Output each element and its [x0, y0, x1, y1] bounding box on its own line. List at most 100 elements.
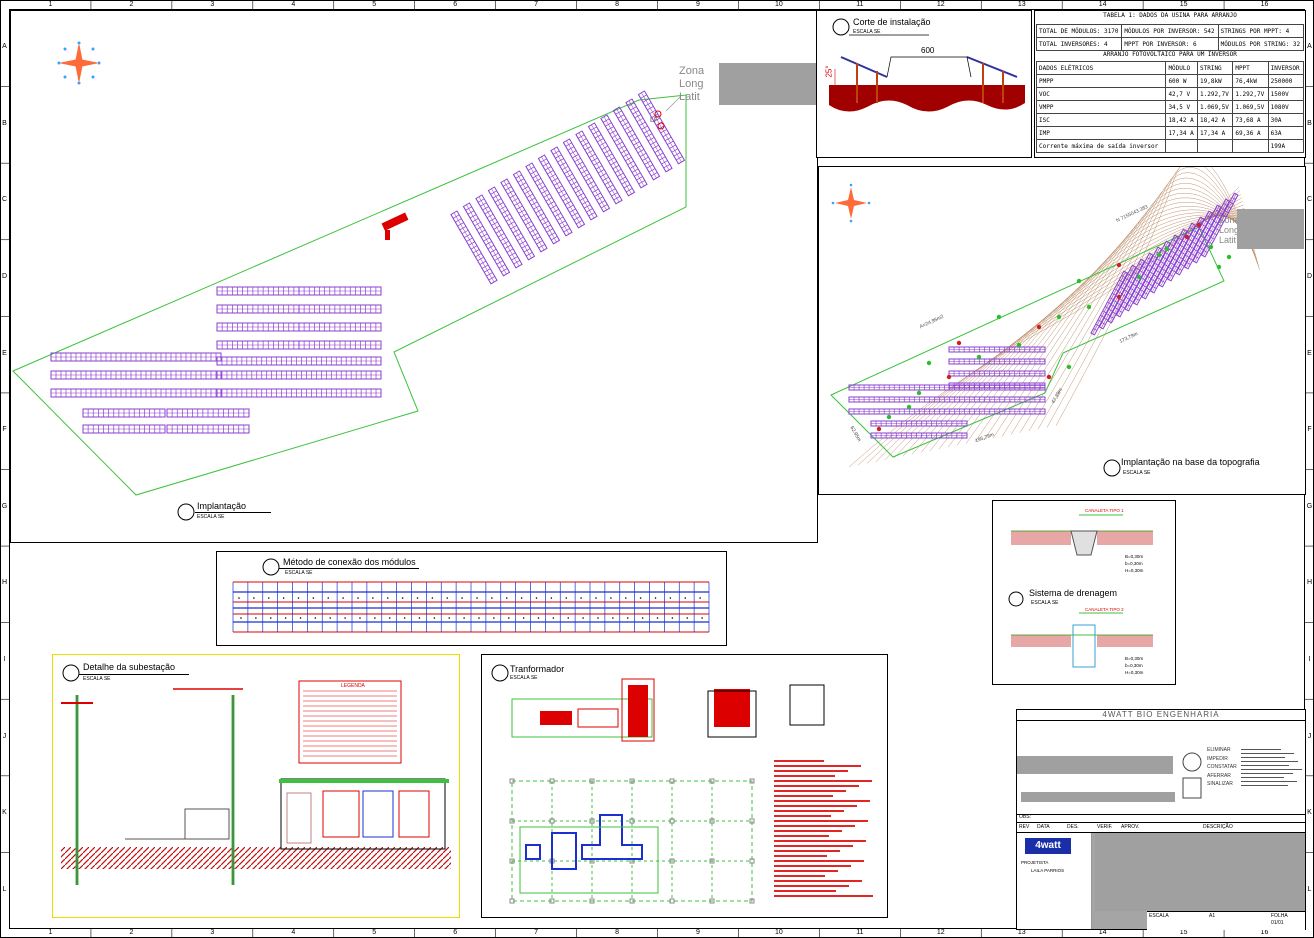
- view-scale: ESCALA SE: [197, 514, 225, 520]
- zone-coordinates: Zona Long Latit: [679, 65, 705, 103]
- panel-string: [82, 424, 166, 434]
- tree-icon: [1196, 222, 1202, 228]
- row-label: D: [1306, 273, 1313, 281]
- implantacao-view: Zona Long Latit LF Implantação ESCALA SE: [10, 10, 818, 543]
- table-cell: 30A: [1267, 113, 1305, 127]
- panel-string: [298, 286, 382, 296]
- table-row: TOTAL DE MÓDULOS: 3170 MÓDULOS POR INVER…: [1035, 24, 1305, 38]
- column-label: 6: [453, 929, 458, 936]
- topografia-view: Zona Long Latit N 7155043.383 A=24,95m2 …: [818, 155, 1306, 495]
- tilt-angle: 25°: [824, 65, 834, 78]
- row-label: B: [1307, 119, 1312, 127]
- panel-string: [50, 352, 222, 362]
- control-building: [381, 212, 409, 240]
- panel-string: [298, 340, 382, 350]
- column-label: 15: [1179, 1, 1188, 8]
- table-cell: [1232, 139, 1269, 153]
- panel-string: [216, 304, 300, 314]
- column-label: 8: [615, 929, 619, 936]
- column-label: 10: [775, 1, 783, 8]
- legend-title: LEGENDA: [341, 683, 365, 689]
- column-label: 5: [372, 929, 377, 936]
- panel-string: [216, 322, 300, 332]
- contour-lines: [848, 155, 1260, 468]
- column-header: STRING: [1196, 61, 1234, 75]
- table-cell: [1196, 139, 1234, 153]
- safety-step: IMPEDIR: [1207, 755, 1228, 762]
- column-header: DES.: [1067, 824, 1079, 830]
- table-cell: MÓDULOS POR INVERSOR: 542: [1121, 24, 1219, 38]
- channel-label: CANALETA TIPO 1: [1085, 508, 1124, 513]
- table-subtitle: ARRANJO FOTOVOLTAICO PARA UM INVERSOR: [1103, 51, 1237, 58]
- panel-string: [948, 346, 1046, 353]
- panel-string: [50, 388, 222, 398]
- north-arrow-icon: [57, 41, 101, 85]
- tree-icon: [876, 426, 882, 432]
- tree-icon: [956, 340, 962, 346]
- tree-icon: [1156, 252, 1162, 258]
- table-row: VOC 42,7 V 1.292,7V 1.292,7V 1500V: [1035, 87, 1305, 101]
- column-label: 1: [48, 929, 53, 936]
- tree-icon: [1046, 374, 1052, 380]
- row-label: L: [2, 885, 7, 893]
- row-label: D: [1, 273, 8, 281]
- column-label: 8: [615, 1, 619, 8]
- safety-step: CONSTATAR: [1207, 764, 1237, 770]
- electrical-data-table: DADOS ELÉTRICOS MÓDULO STRING MPPT INVER…: [1035, 61, 1305, 153]
- tree-icon: [1184, 234, 1190, 240]
- conexao-view: Método de conexão dos módulos ESCALA SE: [216, 551, 727, 646]
- column-label: 2: [129, 929, 134, 936]
- column-label: 2: [129, 1, 134, 8]
- tree-icon: [1208, 244, 1214, 250]
- tree-icon: [1086, 304, 1092, 310]
- table-row: ISC 18,42 A 18,42 A 73,68 A 30A: [1035, 113, 1305, 127]
- panel-string: [216, 370, 382, 380]
- view-title: Tranformador: [510, 664, 565, 674]
- lf-label: LF: [650, 117, 659, 124]
- channel-dimensions: B=0,30m b=0,30m H=0,30m: [1125, 554, 1144, 573]
- table-cell: 17,34 A: [1196, 126, 1234, 140]
- view-scale: ESCALA SE: [1031, 600, 1059, 606]
- title-block: 4WATT BIO ENGENHARIA ELIMINAR IMPEDIR CO…: [1016, 709, 1306, 930]
- table-cell: 1.292,7V: [1232, 87, 1269, 101]
- column-label: 9: [696, 1, 700, 8]
- panel-string: [216, 388, 382, 398]
- table-cell: 1080V: [1267, 100, 1305, 114]
- panel-string: [82, 408, 166, 418]
- table-cell: 1.292,7V: [1196, 87, 1234, 101]
- view-scale: ESCALA SE: [285, 570, 313, 576]
- row-label: E: [2, 349, 7, 357]
- table-cell: 63A: [1267, 126, 1305, 140]
- redacted-box: [1017, 756, 1173, 774]
- column-label: 12: [936, 929, 945, 936]
- tree-icon: [996, 314, 1002, 320]
- column-header: APROV.: [1121, 824, 1140, 830]
- row-label: H: [1, 579, 8, 587]
- table-cell: MÓDULOS POR STRING: 32: [1217, 37, 1305, 51]
- column-label: 13: [1017, 1, 1026, 8]
- column-label: 14: [1098, 1, 1107, 8]
- table-cell: IMP: [1035, 126, 1167, 140]
- channel-label: CANALETA TIPO 2: [1085, 607, 1124, 612]
- panel-string: [166, 424, 250, 434]
- table-cell: 1.069,5V: [1196, 100, 1234, 114]
- panel-string: [50, 370, 222, 380]
- column-header: VERIF.: [1097, 824, 1113, 830]
- sheet-info: ESCALA A1 FOLHA 01/01: [1147, 911, 1305, 930]
- table-cell: STRINGS POR MPPT: 4: [1217, 24, 1305, 38]
- row-label: E: [1307, 349, 1312, 357]
- table-row: Corrente máxima de saída inversor 199A: [1035, 139, 1305, 153]
- row-label: J: [1307, 732, 1312, 740]
- table-cell: 250000: [1267, 74, 1305, 88]
- spacing-dimension: 600: [921, 46, 935, 55]
- safety-step: ELIMINAR: [1207, 747, 1231, 753]
- column-label: 11: [856, 1, 864, 8]
- tree-icon: [946, 374, 952, 380]
- row-label: I: [3, 655, 6, 663]
- redacted-box: [1021, 792, 1175, 802]
- corte-view: Corte de instalação ESCALA SE 600 25°: [816, 10, 1032, 158]
- row-label: C: [1306, 196, 1313, 204]
- view-title: Implantação na base da topografia: [1121, 457, 1260, 467]
- tree-icon: [1216, 264, 1222, 270]
- sheet-size: A1: [1209, 913, 1216, 919]
